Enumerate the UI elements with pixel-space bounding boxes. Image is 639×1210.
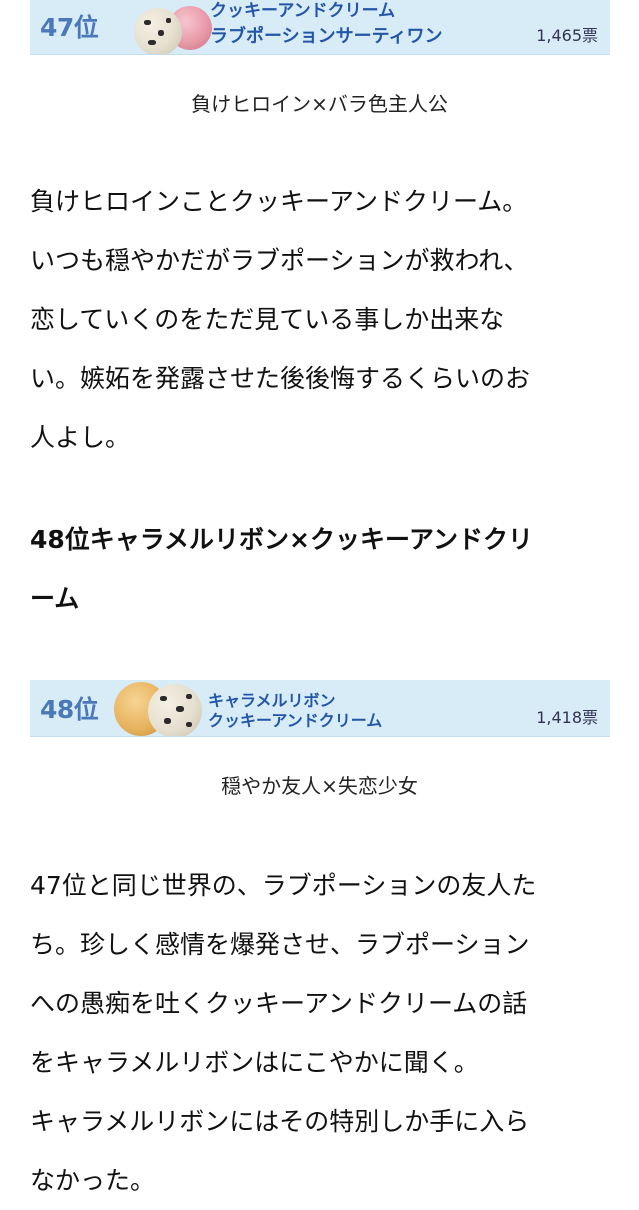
description-paragraph-48: 47位と同じ世界の、ラブポーションの友人た ち。珍しく感情を爆発させ、ラブポーシ… (30, 856, 620, 1210)
vote-count: 1,418票 (536, 708, 598, 727)
paragraph-line: 47位と同じ世界の、ラブポーションの友人た (30, 871, 537, 900)
flavor-name-line2: ラブポーションサーティワン (210, 26, 443, 47)
flavor-name-line1: クッキーアンドクリーム (210, 1, 396, 21)
rank-banner-47: 47位 クッキーアンドクリーム ラブポーションサーティワン 1,465票 (30, 0, 610, 55)
rank-label: 47位 (40, 13, 99, 42)
paragraph-line: い。嫉妬を発露させた後後悔するくらいのお (30, 364, 531, 393)
heading-line: ーム (30, 584, 80, 613)
vote-count: 1,465票 (536, 26, 598, 45)
paragraph-line: なかった。 (30, 1166, 156, 1195)
paragraph-line: 負けヒロインことクッキーアンドクリーム。 (30, 187, 528, 216)
paragraph-line: ち。珍しく感情を爆発させ、ラブポーション (30, 930, 530, 959)
flavor-name-line2: クッキーアンドクリーム (208, 711, 383, 730)
image-caption-47: 負けヒロイン×バラ色主人公 (191, 92, 448, 116)
rank-banner-48: 48位 キャラメルリボン クッキーアンドクリーム 1,418票 (30, 680, 610, 737)
paragraph-line: への愚痴を吐くクッキーアンドクリームの話 (30, 989, 528, 1018)
heading-line: 48位キャラメルリボン×クッキーアンドクリ (30, 525, 533, 554)
description-paragraph-47: 負けヒロインことクッキーアンドクリーム。 いつも穏やかだがラブポーションが救われ… (30, 172, 620, 467)
image-caption-48: 穏やか友人×失恋少女 (221, 774, 418, 798)
paragraph-line: キャラメルリボンにはその特別しか手に入ら (30, 1107, 530, 1136)
paragraph-line: いつも穏やかだがラブポーションが救われ、 (30, 246, 529, 275)
paragraph-line: をキャラメルリボンはにこやかに聞く。 (30, 1048, 479, 1077)
rank-label: 48位 (40, 695, 99, 724)
section-heading-48: 48位キャラメルリボン×クッキーアンドクリ ーム (30, 510, 620, 628)
paragraph-line: 恋していくのをただ見ている事しか出来な (30, 305, 505, 334)
paragraph-line: 人よし。 (30, 423, 131, 452)
